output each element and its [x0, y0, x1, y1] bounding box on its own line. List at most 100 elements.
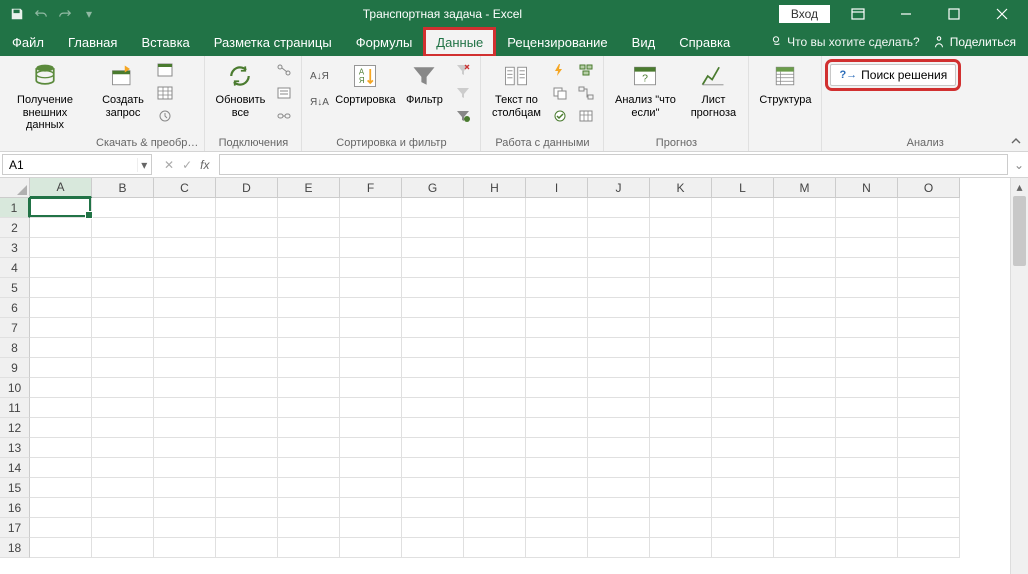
cell[interactable] [92, 198, 154, 218]
cell[interactable] [712, 338, 774, 358]
cell[interactable] [650, 478, 712, 498]
cell[interactable] [836, 538, 898, 558]
cell[interactable] [92, 438, 154, 458]
tell-me-search[interactable]: Что вы хотите сделать? [769, 35, 920, 49]
cell[interactable] [278, 378, 340, 398]
forecast-sheet-button[interactable]: Лист прогноза [684, 58, 742, 121]
cell[interactable] [588, 298, 650, 318]
cell[interactable] [526, 378, 588, 398]
tab-data[interactable]: Данные [424, 28, 495, 56]
cell[interactable] [712, 398, 774, 418]
cell[interactable] [92, 478, 154, 498]
cell[interactable] [278, 458, 340, 478]
cell[interactable] [712, 298, 774, 318]
cell[interactable] [402, 438, 464, 458]
cell[interactable] [836, 418, 898, 438]
cell[interactable] [402, 338, 464, 358]
cell[interactable] [712, 238, 774, 258]
cell[interactable] [154, 258, 216, 278]
cell[interactable] [526, 278, 588, 298]
cell[interactable] [278, 278, 340, 298]
qat-customize-icon[interactable]: ▾ [80, 5, 98, 23]
cell[interactable] [774, 298, 836, 318]
cell[interactable] [588, 438, 650, 458]
cell[interactable] [588, 198, 650, 218]
cell[interactable] [836, 398, 898, 418]
cell[interactable] [30, 198, 92, 218]
collapse-ribbon-icon[interactable] [1010, 135, 1022, 147]
show-queries-icon[interactable] [154, 60, 176, 80]
consolidate-icon[interactable] [575, 60, 597, 80]
cell[interactable] [588, 238, 650, 258]
cell[interactable] [836, 478, 898, 498]
insert-function-icon[interactable]: fx [200, 158, 209, 172]
cell[interactable] [836, 498, 898, 518]
cell[interactable] [340, 218, 402, 238]
cell[interactable] [216, 378, 278, 398]
cell[interactable] [216, 438, 278, 458]
cell[interactable] [154, 458, 216, 478]
cell[interactable] [526, 298, 588, 318]
filter-button[interactable]: Фильтр [400, 58, 448, 109]
cell[interactable] [154, 498, 216, 518]
cell[interactable] [216, 218, 278, 238]
cell[interactable] [898, 538, 960, 558]
cell[interactable] [898, 498, 960, 518]
cell[interactable] [836, 518, 898, 538]
cell[interactable] [774, 258, 836, 278]
cell[interactable] [278, 198, 340, 218]
column-header[interactable]: M [774, 178, 836, 198]
tab-insert[interactable]: Вставка [129, 28, 201, 56]
expand-formula-bar-icon[interactable]: ⌄ [1010, 152, 1028, 177]
row-header[interactable]: 5 [0, 278, 30, 298]
cell[interactable] [650, 198, 712, 218]
cell[interactable] [526, 418, 588, 438]
cell[interactable] [588, 258, 650, 278]
cell[interactable] [464, 358, 526, 378]
row-header[interactable]: 1 [0, 198, 30, 218]
row-header[interactable]: 9 [0, 358, 30, 378]
properties-icon[interactable] [273, 83, 295, 103]
cell[interactable] [340, 198, 402, 218]
cell[interactable] [278, 398, 340, 418]
cell[interactable] [836, 338, 898, 358]
cell[interactable] [340, 378, 402, 398]
cell[interactable] [30, 338, 92, 358]
cell[interactable] [216, 518, 278, 538]
cell[interactable] [836, 218, 898, 238]
cell[interactable] [774, 518, 836, 538]
cell[interactable] [650, 538, 712, 558]
cell[interactable] [712, 418, 774, 438]
cell[interactable] [154, 358, 216, 378]
tab-help[interactable]: Справка [667, 28, 742, 56]
save-icon[interactable] [8, 5, 26, 23]
cell[interactable] [402, 238, 464, 258]
cell[interactable] [898, 238, 960, 258]
cell[interactable] [588, 338, 650, 358]
cell[interactable] [712, 258, 774, 278]
column-header[interactable]: C [154, 178, 216, 198]
ribbon-display-options-icon[interactable] [838, 0, 878, 28]
column-header[interactable]: D [216, 178, 278, 198]
cell[interactable] [278, 478, 340, 498]
share-button[interactable]: Поделиться [932, 35, 1016, 49]
cell[interactable] [588, 398, 650, 418]
cell[interactable] [650, 358, 712, 378]
scroll-up-icon[interactable]: ▴ [1011, 178, 1028, 196]
cell[interactable] [216, 318, 278, 338]
cell[interactable] [836, 238, 898, 258]
cell[interactable] [464, 398, 526, 418]
cell[interactable] [402, 478, 464, 498]
cell[interactable] [92, 378, 154, 398]
cell[interactable] [92, 458, 154, 478]
row-header[interactable]: 13 [0, 438, 30, 458]
cell[interactable] [898, 358, 960, 378]
tab-page-layout[interactable]: Разметка страницы [202, 28, 344, 56]
cell[interactable] [526, 478, 588, 498]
cell[interactable] [650, 438, 712, 458]
cell[interactable] [278, 318, 340, 338]
cell[interactable] [898, 438, 960, 458]
cell[interactable] [588, 418, 650, 438]
cell[interactable] [154, 518, 216, 538]
reapply-filter-icon[interactable] [452, 83, 474, 103]
